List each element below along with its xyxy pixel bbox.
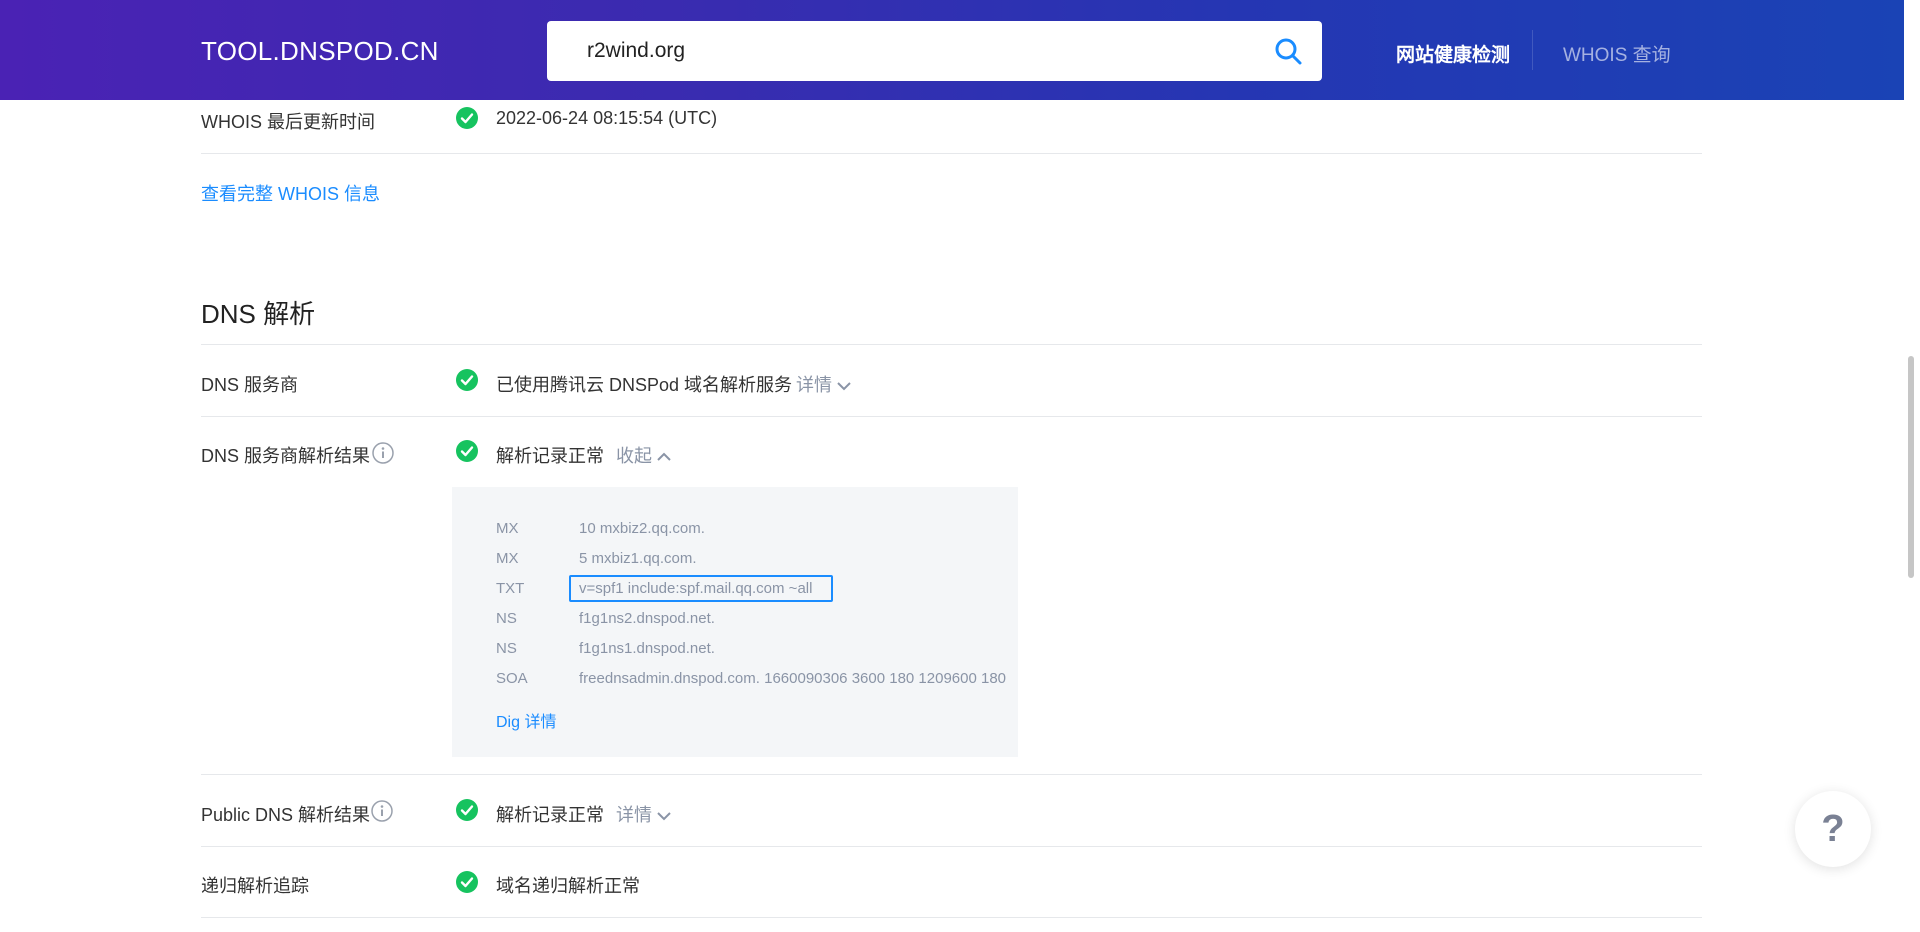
search-icon[interactable] (1272, 35, 1304, 67)
check-circle-icon (456, 107, 478, 129)
divider (201, 774, 1702, 775)
recursive-trace-label: 递归解析追踪 (201, 876, 309, 896)
recursive-trace-value: 域名递归解析正常 (496, 876, 640, 896)
help-button[interactable]: ? (1795, 791, 1871, 867)
result-collapse-toggle[interactable]: 收起 (616, 442, 672, 468)
check-circle-icon (456, 369, 478, 391)
toggle-label: 收起 (616, 446, 652, 466)
info-icon[interactable] (372, 442, 394, 464)
record-value: 5 mxbiz1.qq.com. (579, 550, 697, 567)
nav-divider (1532, 30, 1533, 70)
divider (201, 917, 1702, 918)
check-circle-icon (456, 871, 478, 893)
dig-details-link[interactable]: Dig 详情 (496, 708, 556, 732)
nav-website-health[interactable]: 网站健康检测 (1396, 40, 1510, 67)
divider (201, 416, 1702, 417)
public-details-toggle[interactable]: 详情 (616, 801, 672, 827)
top-header: TOOL.DNSPOD.CN 网站健康检测 WHOIS 查询 (0, 0, 1904, 100)
dns-provider-label: DNS 服务商 (201, 375, 299, 395)
chevron-down-icon (837, 382, 851, 391)
nav-whois-query[interactable]: WHOIS 查询 (1563, 40, 1671, 67)
record-value: f1g1ns1.dnspod.net. (579, 640, 715, 657)
check-circle-icon (456, 440, 478, 462)
full-whois-link[interactable]: 查看完整 WHOIS 信息 (201, 180, 380, 206)
dns-provider-value: 已使用腾讯云 DNSPod 域名解析服务 (496, 375, 793, 395)
dns-section-title: DNS 解析 (201, 299, 316, 329)
record-type: TXT (496, 580, 525, 597)
record-value: f1g1ns2.dnspod.net. (579, 610, 715, 627)
record-value: freednsadmin.dnspod.com. 1660090306 3600… (579, 670, 1007, 687)
whois-update-value: 2022-06-24 08:15:54 (UTC) (496, 108, 718, 128)
site-logo[interactable]: TOOL.DNSPOD.CN (201, 36, 439, 67)
divider (201, 846, 1702, 847)
toggle-label: 详情 (796, 375, 832, 395)
record-type: SOA (496, 670, 528, 687)
page-scrollbar[interactable] (1904, 0, 1920, 932)
info-icon[interactable] (371, 800, 393, 822)
chevron-up-icon (657, 452, 671, 461)
record-type: MX (496, 520, 519, 537)
dns-result-label: DNS 服务商解析结果 (201, 446, 371, 466)
dns-result-value: 解析记录正常 (496, 446, 604, 466)
chevron-down-icon (657, 812, 671, 821)
dns-records-panel: MX 10 mxbiz2.qq.com. MX 5 mxbiz1.qq.com.… (452, 487, 1018, 757)
scrollbar-thumb[interactable] (1908, 356, 1914, 578)
search-bar (547, 21, 1322, 81)
divider (201, 153, 1702, 154)
provider-details-toggle[interactable]: 详情 (796, 371, 852, 397)
toggle-label: 详情 (616, 805, 652, 825)
record-value: 10 mxbiz2.qq.com. (579, 520, 705, 537)
record-type: NS (496, 640, 517, 657)
check-circle-icon (456, 799, 478, 821)
divider (201, 344, 1702, 345)
record-type: NS (496, 610, 517, 627)
public-dns-value: 解析记录正常 (496, 805, 604, 825)
whois-update-label: WHOIS 最后更新时间 (201, 112, 375, 132)
record-value: v=spf1 include:spf.mail.qq.com ~all (579, 580, 813, 597)
search-input[interactable] (587, 37, 1227, 65)
record-type: MX (496, 550, 519, 567)
public-dns-label: Public DNS 解析结果 (201, 805, 371, 825)
